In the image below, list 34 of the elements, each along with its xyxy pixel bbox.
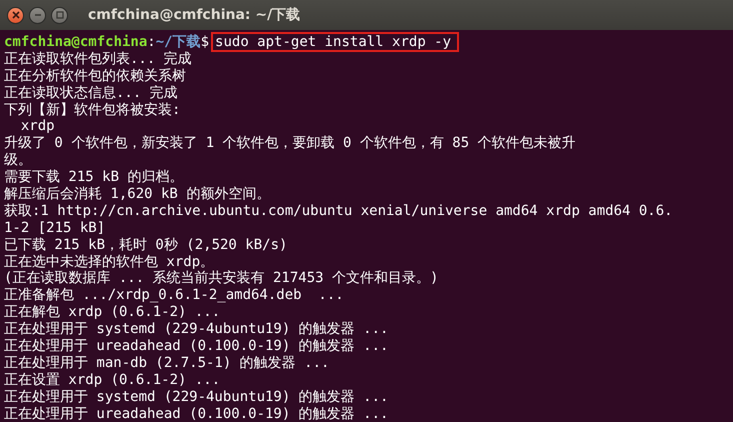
output-line: (正在读取数据库 ... 系统当前共安装有 217453 个文件和目录。) <box>4 270 438 286</box>
output-line: 正在处理用于 ureadahead (0.100.0-19) 的触发器 ... <box>4 338 388 354</box>
output-line: 正在设置 xrdp (0.6.1-2) ... <box>4 372 220 388</box>
prompt-symbol: $ <box>200 34 210 50</box>
output-line: 正在选中未选择的软件包 xrdp。 <box>4 254 214 270</box>
close-icon <box>12 11 20 19</box>
output-line: 升级了 0 个软件包，新安装了 1 个软件包，要卸载 0 个软件包，有 85 个软件包未被升 <box>4 135 576 152</box>
close-button[interactable] <box>7 6 24 24</box>
output-line: 正准备解包 .../xrdp_0.6.1-2_amd64.deb ... <box>4 287 344 304</box>
prompt-user-host: cmfchina@cmfchina <box>4 34 148 50</box>
output-line: 正在处理用于 ureadahead (0.100.0-19) 的触发器 ... <box>4 406 388 422</box>
output-line: 获取:1 http://cn.archive.ubuntu.com/ubuntu xenial/universe amd64 xrdp amd64 0.6. <box>4 202 673 219</box>
output-line: 正在处理用于 systemd (229-4ubuntu19) 的触发器 ... <box>4 388 388 405</box>
output-line: 需要下载 215 kB 的归档。 <box>4 169 184 186</box>
output-line: xrdp <box>20 118 55 134</box>
maximize-button[interactable] <box>51 6 68 24</box>
output-line: 正在分析软件包的依赖关系树 <box>4 68 186 84</box>
output-line: 正在读取状态信息... 完成 <box>4 84 178 101</box>
command-text: sudo apt-get install xrdp -y <box>211 32 460 52</box>
prompt-path: ~/下载 <box>156 34 201 50</box>
minimize-icon <box>34 11 42 19</box>
output-line: 正在处理用于 man-db (2.7.5-1) 的触发器 ... <box>4 354 330 371</box>
output-line: 级。 <box>4 152 32 168</box>
output-line: 正在读取软件包列表... 完成 <box>4 50 192 67</box>
prompt-separator: : <box>147 34 156 50</box>
output-line: 解压缩后会消耗 1,620 kB 的额外空间。 <box>4 186 270 202</box>
output-line: 已下载 215 kB，耗时 0秒 (2,520 kB/s) <box>4 236 288 253</box>
maximize-icon <box>56 11 64 19</box>
window-title: cmfchina@cmfchina: ~/下载 <box>88 6 300 24</box>
output-line: 正在解包 xrdp (0.6.1-2) ... <box>4 304 220 320</box>
output-line: 正在处理用于 systemd (229-4ubuntu19) 的触发器 ... <box>4 321 388 338</box>
output-line: 1-2 [215 kB] <box>4 220 106 236</box>
output-line: 下列【新】软件包将被安装: <box>4 102 180 118</box>
minimize-button[interactable] <box>29 6 46 24</box>
